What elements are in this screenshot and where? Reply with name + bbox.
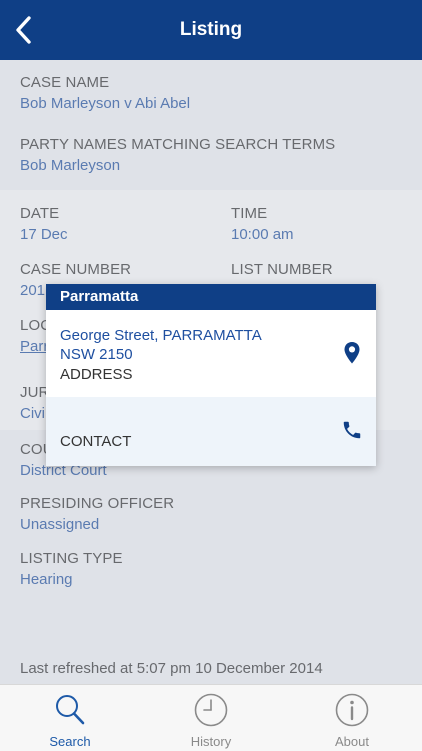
address-line-2: NSW 2150 (60, 346, 133, 363)
clock-icon (194, 693, 228, 727)
phone-button[interactable] (340, 418, 364, 442)
tab-search[interactable]: Search (0, 685, 140, 751)
info-icon (335, 693, 369, 727)
address-line-1: George Street, PARRAMATTA (60, 327, 262, 344)
page-title: Listing (179, 19, 243, 40)
nav-bar: Listing (0, 0, 422, 60)
address-text: George Street, PARRAMATTA NSW 2150 (60, 326, 262, 364)
location-popup: Parramatta George Street, PARRAMATTA NSW… (46, 284, 376, 466)
phone-icon (343, 421, 361, 439)
contact-caption: CONTACT (60, 433, 132, 450)
tab-about[interactable]: About (282, 685, 422, 751)
address-caption: ADDRESS (60, 366, 133, 383)
map-pin-icon (344, 342, 360, 364)
map-pin-button[interactable] (340, 341, 364, 365)
tab-history-label: History (190, 734, 232, 749)
popup-title: Parramatta (46, 284, 376, 310)
tab-bar: Search History About (0, 684, 422, 751)
address-row[interactable]: George Street, PARRAMATTA NSW 2150 ADDRE… (46, 310, 376, 397)
search-icon (56, 695, 85, 725)
tab-history[interactable]: History (141, 685, 281, 751)
tab-about-label: About (335, 734, 369, 749)
contact-row[interactable]: CONTACT (46, 397, 376, 466)
tab-search-label: Search (49, 734, 91, 749)
